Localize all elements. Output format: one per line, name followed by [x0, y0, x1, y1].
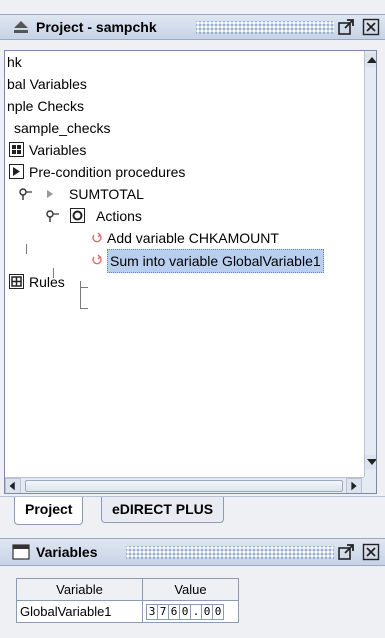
scroll-down-icon[interactable]	[365, 455, 377, 469]
variable-value-cell[interactable]: 3760.00	[142, 600, 239, 623]
tree-item-add-variable[interactable]: Add variable CHKAMOUNT	[91, 227, 279, 249]
procedure-icon	[9, 164, 24, 179]
tree-item-label: Actions	[96, 208, 142, 224]
tree-item-label: sample_checks	[14, 120, 111, 136]
project-panel-titlebar[interactable]: Project - sampchk	[0, 14, 385, 40]
close-icon[interactable]	[362, 543, 380, 561]
tree-item-root[interactable]: hk	[7, 51, 22, 73]
scroll-right-icon[interactable]	[346, 478, 362, 494]
expanded-handle-icon[interactable]	[19, 187, 33, 201]
scrollbar-corner	[364, 477, 376, 493]
undock-icon[interactable]	[337, 543, 355, 561]
close-icon[interactable]	[362, 18, 380, 36]
rules-icon	[9, 274, 24, 289]
horizontal-scroll-thumb[interactable]	[25, 480, 343, 492]
scroll-up-icon[interactable]	[365, 53, 377, 67]
tree-item-label: SUMTOTAL	[69, 186, 144, 202]
project-panel: Project - sampchk hk bal Variables nple …	[0, 0, 385, 528]
vertical-scrollbar[interactable]	[364, 51, 377, 477]
window-icon	[12, 544, 30, 560]
tree-line	[80, 308, 88, 309]
tree-line	[80, 281, 81, 309]
tree-item-label: Pre-condition procedures	[29, 164, 186, 180]
action-item-icon	[92, 232, 102, 243]
project-tabs: Project eDIRECT PLUS	[0, 496, 385, 526]
tree-item-sumtotal[interactable]: SUMTOTAL	[19, 183, 144, 205]
tree-item-label: bal Variables	[7, 76, 87, 92]
horizontal-scrollbar[interactable]	[5, 477, 364, 493]
project-tree[interactable]: hk bal Variables nple Checks sample_chec…	[4, 50, 377, 494]
tree-item-label: hk	[7, 54, 22, 70]
tab-edirect-plus[interactable]: eDIRECT PLUS	[101, 497, 225, 523]
project-eject-icon	[14, 21, 28, 33]
tree-item-label: Variables	[29, 142, 87, 158]
tree-item-sum-into-variable[interactable]: Sum into variable GlobalVariable1	[91, 249, 324, 273]
tree-item-label: Add variable CHKAMOUNT	[107, 230, 279, 246]
value-digit: 0	[212, 604, 224, 620]
column-header-variable[interactable]: Variable	[16, 578, 143, 601]
variables-panel-titlebar[interactable]: Variables	[0, 538, 385, 566]
table-header-row: Variable Value	[16, 578, 239, 601]
tree-item-pre-condition-procedures[interactable]: Pre-condition procedures	[9, 161, 185, 183]
tree-line	[80, 287, 88, 288]
tree-item-label: Rules	[29, 274, 65, 290]
undock-icon[interactable]	[337, 18, 355, 36]
actions-icon	[70, 208, 85, 223]
scroll-left-icon[interactable]	[5, 478, 21, 494]
tree-item-actions[interactable]: Actions	[46, 205, 142, 227]
table-row[interactable]: GlobalVariable1 3760.00	[16, 600, 239, 623]
collapsed-arrow-icon	[47, 190, 53, 198]
variables-panel-title: Variables	[36, 544, 98, 560]
tree-item-sample-checks[interactable]: nple Checks	[7, 95, 84, 117]
tree-item-rules[interactable]: Rules	[9, 271, 65, 293]
tree-item-sample-checks-node[interactable]: sample_checks	[14, 117, 111, 139]
tree-item-variables[interactable]: Variables	[9, 139, 86, 161]
titlebar-grip[interactable]	[196, 21, 334, 34]
tree-item-global-variables[interactable]: bal Variables	[7, 73, 87, 95]
variables-icon	[9, 142, 24, 157]
project-panel-title: Project - sampchk	[36, 19, 157, 35]
tree-item-label-selected: Sum into variable GlobalVariable1	[107, 249, 324, 273]
titlebar-grip[interactable]	[126, 546, 334, 559]
expanded-handle-icon[interactable]	[46, 209, 60, 223]
variables-table: Variable Value GlobalVariable1 3760.00	[16, 578, 239, 623]
column-header-value[interactable]: Value	[142, 578, 239, 601]
tab-project[interactable]: Project	[14, 497, 84, 525]
tree-item-label: nple Checks	[7, 98, 85, 114]
variable-name-cell[interactable]: GlobalVariable1	[16, 600, 143, 623]
action-item-icon	[92, 254, 102, 265]
variables-panel: Variables Variable Value GlobalVariable1…	[0, 528, 385, 638]
tree-line	[26, 244, 27, 254]
